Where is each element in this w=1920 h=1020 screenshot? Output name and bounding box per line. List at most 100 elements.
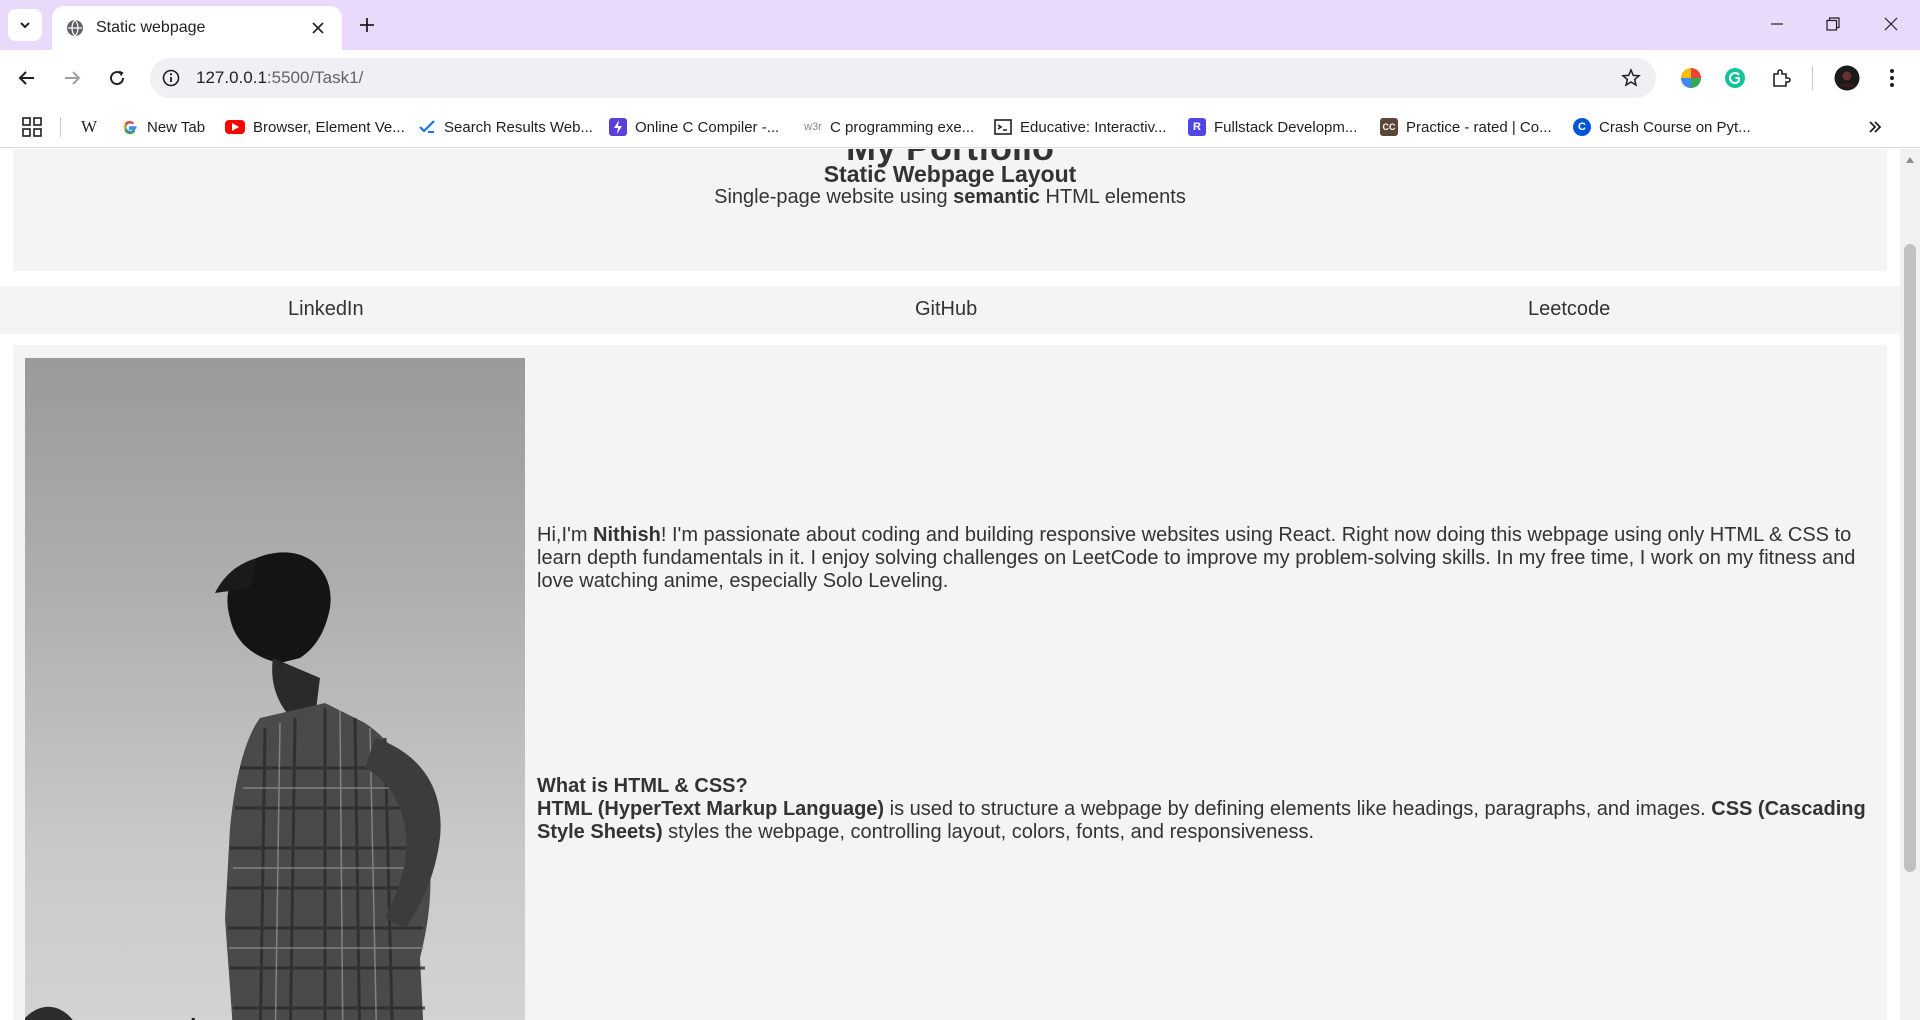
about-paragraph: Hi,I'm Nithish! I'm passionate about cod…	[537, 524, 1877, 593]
bookmarks-divider	[60, 117, 61, 137]
title-bar: Static webpage	[0, 0, 1920, 50]
codechef-icon: CC	[1380, 118, 1398, 136]
restore-button[interactable]	[1808, 8, 1858, 40]
bookmark-label: Online C Compiler -...	[635, 118, 780, 136]
menu-button[interactable]	[1876, 62, 1908, 94]
close-icon	[1884, 17, 1898, 31]
educative-icon	[994, 118, 1012, 136]
close-window-button[interactable]	[1866, 8, 1916, 40]
profile-photo	[25, 358, 525, 1020]
section-paragraph: HTML (HyperText Markup Language) is used…	[537, 798, 1877, 844]
browser-toolbar: 127.0.0.1:5500/Task1/	[0, 50, 1920, 106]
reload-icon	[110, 70, 125, 86]
nav-link-leetcode[interactable]: Leetcode	[1528, 298, 1610, 321]
info-icon	[162, 69, 180, 87]
bookmark-online-c-compiler[interactable]: Online C Compiler -...	[609, 114, 779, 140]
plus-icon	[360, 18, 374, 32]
about-name: Nithish	[593, 524, 661, 546]
css-description: styles the webpage, controlling layout, …	[662, 821, 1315, 843]
bookmark-label: New Tab	[147, 118, 206, 136]
bookmarks-overflow-button[interactable]	[1864, 116, 1886, 138]
nav-link-github[interactable]: GitHub	[915, 298, 977, 321]
bookmark-label: Crash Course on Pyt...	[1599, 118, 1751, 136]
forward-button[interactable]	[56, 62, 88, 94]
toolbar-divider	[1812, 66, 1813, 90]
back-button[interactable]	[11, 62, 43, 94]
wikipedia-icon: W	[80, 117, 98, 136]
about-text-pre: Hi,I'm	[537, 524, 594, 546]
html-term: HTML (HyperText Markup Language)	[537, 798, 885, 820]
minimize-icon	[1771, 23, 1783, 25]
scroll-up-arrow-icon[interactable]	[1906, 157, 1914, 163]
color-wheel-icon	[1681, 68, 1701, 88]
page-scrollbar[interactable]	[1900, 149, 1920, 1020]
page-viewport: My Portfolio Static Webpage Layout Singl…	[0, 149, 1920, 1020]
site-info-button[interactable]	[156, 63, 186, 93]
bookmark-wikipedia[interactable]: W	[80, 114, 98, 140]
r-icon: R	[1188, 118, 1206, 136]
tab-title: Static webpage	[96, 19, 206, 36]
url-host: 127.0.0.1	[196, 68, 267, 87]
star-icon	[1621, 68, 1641, 87]
html-css-section: What is HTML & CSS? HTML (HyperText Mark…	[537, 775, 1877, 844]
youtube-icon	[225, 120, 245, 134]
checklist-icon	[418, 118, 436, 136]
bookmark-fullstack[interactable]: R Fullstack Developm...	[1188, 114, 1357, 140]
chevron-double-right-icon	[1869, 121, 1882, 133]
minimize-button[interactable]	[1752, 8, 1802, 40]
url-text[interactable]: 127.0.0.1:5500/Task1/	[196, 68, 1616, 88]
bookmarks-bar: W New Tab Browser, Element Ve... Search …	[0, 106, 1920, 148]
extensions-button[interactable]	[1765, 62, 1797, 94]
reload-button[interactable]	[101, 62, 133, 94]
arrow-right-icon	[65, 71, 81, 85]
tab-search-button[interactable]	[8, 9, 42, 41]
bookmark-search-results[interactable]: Search Results Web...	[418, 114, 593, 140]
tagline-bold: semantic	[953, 186, 1040, 208]
bookmark-educative[interactable]: Educative: Interactiv...	[994, 114, 1166, 140]
section-heading: What is HTML & CSS?	[537, 775, 748, 797]
grammarly-extension-button[interactable]	[1719, 62, 1751, 94]
tagline-text: Single-page website using	[714, 186, 954, 208]
person-silhouette	[25, 552, 441, 1020]
bookmark-label: Educative: Interactiv...	[1020, 118, 1167, 136]
avatar	[1834, 65, 1860, 91]
bookmark-practice-rated[interactable]: CC Practice - rated | Co...	[1380, 114, 1552, 140]
bookmark-label: Fullstack Developm...	[1214, 118, 1358, 136]
profile-button[interactable]	[1831, 62, 1863, 94]
globe-icon	[67, 19, 83, 37]
html-description: is used to structure a webpage by defini…	[884, 798, 1712, 820]
puzzle-icon	[1773, 69, 1791, 87]
google-icon	[121, 118, 139, 136]
apps-grid-icon[interactable]	[20, 115, 44, 139]
bookmark-new-tab[interactable]: New Tab	[121, 114, 205, 140]
grammarly-icon	[1725, 68, 1745, 88]
coursera-icon: C	[1573, 118, 1591, 136]
bookmark-label: Search Results Web...	[444, 118, 593, 136]
nav-link-linkedin[interactable]: LinkedIn	[288, 298, 364, 321]
chevron-down-icon	[20, 22, 30, 29]
active-tab[interactable]: Static webpage	[52, 6, 342, 50]
social-nav: LinkedIn GitHub Leetcode	[0, 286, 1900, 334]
color-extension-button[interactable]	[1675, 62, 1707, 94]
bookmark-c-programming[interactable]: w3r C programming exe...	[802, 114, 974, 140]
new-tab-button[interactable]	[352, 10, 382, 40]
url-path: :5500/Task1/	[266, 68, 364, 87]
page-tagline: Single-page website using semantic HTML …	[13, 186, 1887, 209]
bookmark-label: Practice - rated | Co...	[1406, 118, 1552, 136]
close-icon	[312, 22, 324, 34]
arrow-left-icon	[18, 71, 34, 85]
bookmark-crash-course-python[interactable]: C Crash Course on Pyt...	[1573, 114, 1751, 140]
page-header: My Portfolio Static Webpage Layout Singl…	[13, 149, 1887, 271]
address-bar[interactable]: 127.0.0.1:5500/Task1/	[150, 58, 1656, 98]
tagline-text-end: HTML elements	[1039, 186, 1186, 208]
restore-icon	[1826, 17, 1840, 31]
scrollbar-thumb[interactable]	[1904, 244, 1916, 872]
bookmark-label: Browser, Element Ve...	[253, 118, 405, 136]
bolt-icon	[609, 118, 627, 136]
page-subtitle: Static Webpage Layout	[823, 161, 1077, 187]
bookmark-browser-element[interactable]: Browser, Element Ve...	[225, 114, 405, 140]
tab-close-button[interactable]	[308, 18, 328, 38]
about-text: ! I'm passionate about coding and buildi…	[537, 524, 1856, 592]
w3r-icon: w3r	[804, 121, 822, 133]
bookmark-star-button[interactable]	[1616, 63, 1646, 93]
